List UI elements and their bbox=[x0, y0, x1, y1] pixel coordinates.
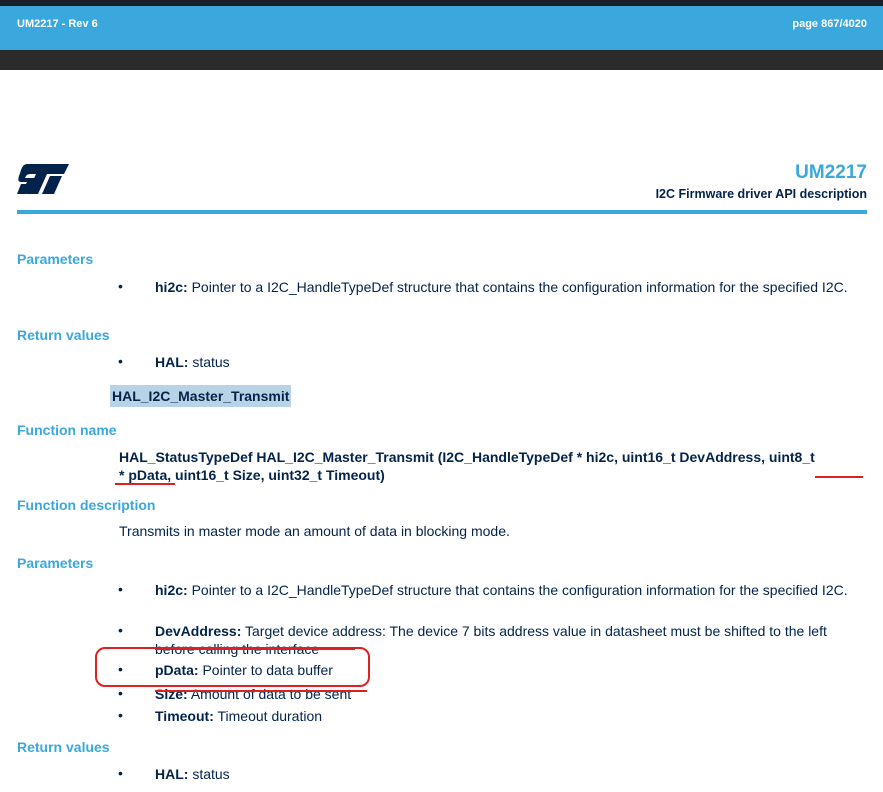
doc-revision: UM2217 - Rev 6 bbox=[17, 18, 98, 30]
doc-id: UM2217 bbox=[795, 162, 867, 183]
return-name: HAL: bbox=[155, 354, 189, 370]
param-item: hi2c: Pointer to a I2C_HandleTypeDef str… bbox=[155, 581, 867, 599]
section-parameters: Parameters bbox=[17, 555, 94, 571]
section-parameters: Parameters bbox=[17, 251, 94, 267]
st-logo bbox=[17, 164, 69, 194]
annotation-underline bbox=[115, 483, 175, 485]
bullet: • bbox=[118, 581, 123, 597]
return-item: HAL: status bbox=[155, 765, 867, 783]
annotation-circle bbox=[95, 647, 370, 687]
param-desc: Pointer to a I2C_HandleTypeDef structure… bbox=[191, 582, 848, 598]
param-name: hi2c: bbox=[155, 279, 188, 295]
annotation-stroke bbox=[155, 648, 355, 650]
param-item: hi2c: Pointer to a I2C_HandleTypeDef str… bbox=[155, 278, 867, 296]
prototype-line-1: HAL_StatusTypeDef HAL_I2C_Master_Transmi… bbox=[119, 449, 815, 465]
param-name: hi2c: bbox=[155, 582, 188, 598]
page-header-bar: UM2217 - Rev 6 page 867/4020 bbox=[0, 0, 883, 50]
bullet: • bbox=[118, 707, 123, 723]
annotation-underline bbox=[815, 476, 863, 478]
bullet: • bbox=[118, 353, 123, 369]
param-item: Size: Amount of data to be sent bbox=[155, 685, 867, 703]
header-rule bbox=[17, 210, 867, 214]
return-name: HAL: bbox=[155, 766, 189, 782]
return-desc: status bbox=[192, 354, 230, 370]
section-function-name: Function name bbox=[17, 422, 117, 438]
prototype-line-2: * pData, uint16_t Size, uint32_t Timeout… bbox=[119, 467, 385, 483]
section-return-values: Return values bbox=[17, 739, 110, 755]
viewer-toolbar-strip bbox=[0, 50, 883, 70]
function-description: Transmits in master mode an amount of da… bbox=[119, 523, 510, 539]
param-item: Timeout: Timeout duration bbox=[155, 707, 867, 725]
bullet: • bbox=[118, 765, 123, 781]
param-name: DevAddress: bbox=[155, 623, 242, 639]
bullet: • bbox=[118, 278, 123, 294]
bullet: • bbox=[118, 622, 123, 638]
section-function-description: Function description bbox=[17, 497, 156, 513]
page-number: page 867/4020 bbox=[792, 18, 867, 30]
param-desc: Amount of data to be sent bbox=[190, 686, 352, 702]
doc-subtitle: I2C Firmware driver API description bbox=[655, 187, 867, 201]
annotation-stroke bbox=[155, 690, 367, 692]
function-heading: HAL_I2C_Master_Transmit bbox=[110, 385, 292, 407]
return-desc: status bbox=[192, 766, 230, 782]
section-return-values: Return values bbox=[17, 327, 110, 343]
function-prototype: HAL_StatusTypeDef HAL_I2C_Master_Transmi… bbox=[119, 448, 869, 484]
bullet: • bbox=[118, 685, 123, 701]
param-desc: Timeout duration bbox=[217, 708, 323, 724]
param-name: Size: bbox=[155, 686, 188, 702]
param-desc: Pointer to a I2C_HandleTypeDef structure… bbox=[191, 279, 848, 295]
param-name: Timeout: bbox=[155, 708, 214, 724]
return-item: HAL: status bbox=[155, 353, 867, 371]
